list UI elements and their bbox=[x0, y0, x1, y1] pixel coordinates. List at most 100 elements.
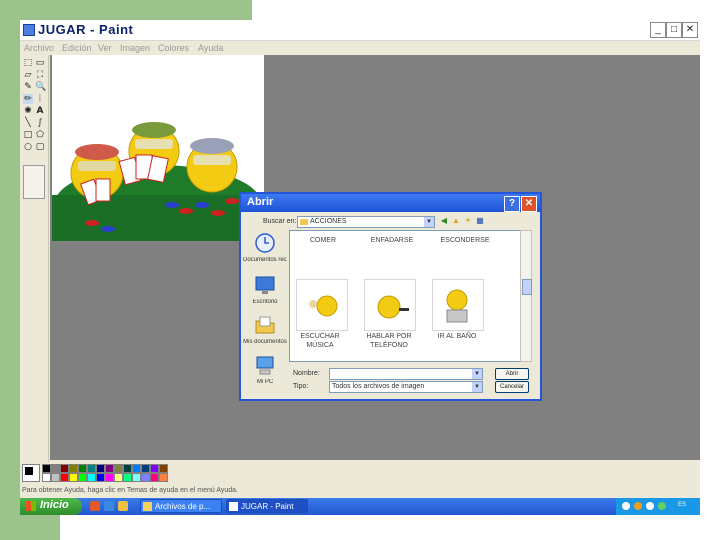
line-icon[interactable]: ╲ bbox=[23, 118, 33, 128]
task-archivos[interactable]: Archivos de p... bbox=[140, 499, 222, 513]
polygon-icon[interactable]: ⬠ bbox=[35, 130, 45, 140]
tray-icon-3[interactable] bbox=[646, 502, 654, 510]
up-folder-icon[interactable]: ▲ bbox=[451, 216, 461, 226]
file-item-comer[interactable]: COMER bbox=[298, 237, 348, 244]
filetype-value: Todos los archivos de imagen bbox=[332, 383, 425, 390]
color-swatch[interactable] bbox=[51, 473, 60, 482]
free-select-icon[interactable]: ⬚ bbox=[23, 58, 33, 68]
menu-ayuda[interactable]: Ayuda bbox=[198, 43, 223, 53]
smiley-bathroom-thumbnail bbox=[446, 289, 468, 323]
color-swatch[interactable] bbox=[141, 473, 150, 482]
color-swatch[interactable] bbox=[123, 464, 132, 473]
select-icon[interactable]: ▭ bbox=[35, 58, 45, 68]
filename-input[interactable]: ▼ bbox=[329, 368, 483, 380]
color-swatch[interactable] bbox=[159, 473, 168, 482]
open-button[interactable]: Abrir bbox=[495, 368, 529, 380]
file-item-ir-al-bano[interactable] bbox=[432, 279, 484, 331]
tray-icon-1[interactable] bbox=[622, 502, 630, 510]
menu-edicion[interactable]: Edición bbox=[62, 43, 92, 53]
tool-options-box[interactable] bbox=[23, 165, 45, 199]
color-swatch[interactable] bbox=[69, 473, 78, 482]
back-icon[interactable]: ◀ bbox=[439, 216, 449, 226]
menu-imagen[interactable]: Imagen bbox=[120, 43, 150, 53]
new-folder-icon[interactable]: ✦ bbox=[463, 216, 473, 226]
color-swatch[interactable] bbox=[42, 464, 51, 473]
current-colors-box[interactable] bbox=[22, 464, 40, 482]
color-swatch[interactable] bbox=[60, 473, 69, 482]
color-swatch[interactable] bbox=[96, 464, 105, 473]
color-swatch[interactable] bbox=[87, 464, 96, 473]
color-swatch[interactable] bbox=[114, 464, 123, 473]
rectangle-icon[interactable]: □ bbox=[23, 130, 33, 140]
dialog-help-button[interactable]: ? bbox=[504, 196, 520, 212]
file-item-esconderse[interactable]: ESCONDERSE bbox=[430, 237, 500, 244]
system-tray: ES bbox=[616, 498, 700, 515]
brush-icon[interactable]: ᛁ bbox=[35, 94, 45, 104]
my-documents-icon bbox=[255, 316, 275, 334]
minimize-button[interactable]: _ bbox=[650, 22, 666, 38]
file-list-scrollbar[interactable] bbox=[520, 230, 532, 362]
place-desktop[interactable]: Escritorio bbox=[243, 272, 287, 316]
eraser-icon[interactable]: ▱ bbox=[23, 70, 33, 80]
color-swatch[interactable] bbox=[60, 464, 69, 473]
menu-archivo[interactable]: Archivo bbox=[24, 43, 54, 53]
color-swatch[interactable] bbox=[132, 464, 141, 473]
tray-icon-2[interactable] bbox=[634, 502, 642, 510]
color-swatch[interactable] bbox=[51, 464, 60, 473]
place-recent[interactable]: Documentos recientes bbox=[243, 230, 287, 274]
color-swatch[interactable] bbox=[78, 473, 87, 482]
filename-chevron-down-icon[interactable]: ▼ bbox=[472, 369, 482, 379]
color-swatch[interactable] bbox=[123, 473, 132, 482]
color-swatch[interactable] bbox=[159, 464, 168, 473]
menu-ver[interactable]: Ver bbox=[98, 43, 112, 53]
title-bar[interactable]: JUGAR - Paint _ □ ✕ bbox=[20, 20, 700, 41]
tray-icon-4[interactable] bbox=[658, 502, 666, 510]
quicklaunch-browser-icon[interactable] bbox=[90, 501, 100, 511]
magnifier-icon[interactable]: 🔍 bbox=[35, 82, 46, 92]
quicklaunch-media-icon[interactable] bbox=[118, 501, 128, 511]
place-mypc[interactable]: Mi PC bbox=[243, 352, 287, 396]
menu-colores[interactable]: Colores bbox=[158, 43, 189, 53]
rounded-rect-icon[interactable]: ▢ bbox=[35, 142, 45, 152]
maximize-button[interactable]: □ bbox=[666, 22, 682, 38]
lookin-dropdown[interactable]: ACCIONES ▼ bbox=[297, 216, 435, 228]
color-swatch[interactable] bbox=[150, 464, 159, 473]
task-paint[interactable]: JUGAR - Paint bbox=[226, 499, 308, 513]
curve-icon[interactable]: ∫ bbox=[35, 118, 45, 128]
file-item-hablar-telefono[interactable] bbox=[364, 279, 416, 331]
color-swatch[interactable] bbox=[132, 473, 141, 482]
file-item-enfadarse[interactable]: ENFADARSE bbox=[364, 237, 420, 244]
pencil-icon[interactable]: ✏ bbox=[23, 94, 33, 104]
color-swatch[interactable] bbox=[150, 473, 159, 482]
filetype-chevron-down-icon[interactable]: ▼ bbox=[472, 382, 482, 392]
views-menu-icon[interactable]: ▦ bbox=[475, 216, 485, 226]
cancel-button[interactable]: Cancelar bbox=[495, 381, 529, 393]
start-button[interactable]: Inicio bbox=[20, 498, 82, 515]
ellipse-icon[interactable]: ○ bbox=[23, 142, 33, 152]
color-swatch[interactable] bbox=[114, 473, 123, 482]
file-label-hablar-line1: HABLAR POR bbox=[366, 333, 412, 340]
text-icon[interactable]: A bbox=[35, 106, 45, 116]
filetype-dropdown[interactable]: Todos los archivos de imagen ▼ bbox=[329, 381, 483, 393]
color-swatch[interactable] bbox=[87, 473, 96, 482]
color-picker-icon[interactable]: ✎ bbox=[23, 82, 33, 92]
place-mydocs[interactable]: Mis documentos bbox=[243, 312, 287, 356]
chevron-down-icon[interactable]: ▼ bbox=[424, 217, 434, 227]
scrollbar-thumb[interactable] bbox=[522, 279, 532, 295]
airbrush-icon[interactable]: ✺ bbox=[23, 106, 33, 116]
color-swatch[interactable] bbox=[42, 473, 51, 482]
close-button[interactable]: ✕ bbox=[682, 22, 698, 38]
color-swatch[interactable] bbox=[105, 473, 114, 482]
color-swatch[interactable] bbox=[141, 464, 150, 473]
desktop-icon bbox=[255, 276, 275, 294]
dialog-close-button[interactable]: ✕ bbox=[521, 196, 537, 212]
color-swatch[interactable] bbox=[96, 473, 105, 482]
quicklaunch-explorer-icon[interactable] bbox=[104, 501, 114, 511]
color-swatch[interactable] bbox=[105, 464, 114, 473]
drawing-canvas[interactable] bbox=[52, 55, 264, 241]
color-swatch[interactable] bbox=[69, 464, 78, 473]
color-swatch[interactable] bbox=[78, 464, 87, 473]
file-item-escuchar-musica[interactable] bbox=[296, 279, 348, 331]
dialog-title-bar[interactable]: Abrir ? ✕ bbox=[241, 194, 540, 212]
fill-icon[interactable]: ⛶ bbox=[35, 70, 45, 80]
